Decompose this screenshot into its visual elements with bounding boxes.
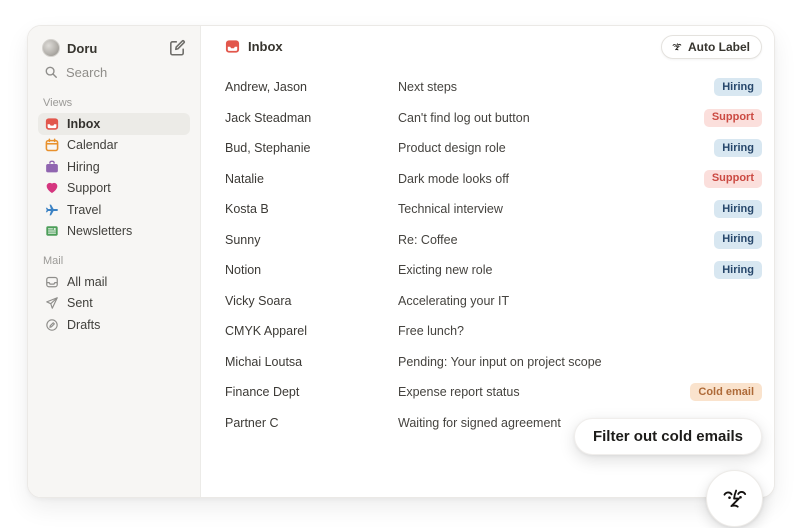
mail-section-label: Mail xyxy=(43,255,190,267)
email-row[interactable]: Kosta B Technical interview Hiring xyxy=(225,194,762,225)
draft-icon xyxy=(44,317,59,332)
email-badge: Hiring xyxy=(714,231,762,249)
email-row[interactable]: Bud, Stephanie Product design role Hirin… xyxy=(225,133,762,164)
email-list: Andrew, Jason Next steps Hiring Jack Ste… xyxy=(225,72,762,438)
search-icon xyxy=(43,65,58,80)
page-title: Inbox xyxy=(248,39,283,54)
sidebar-item-label: Support xyxy=(67,181,111,195)
sidebar-item-label: Calendar xyxy=(67,138,118,152)
tray-icon xyxy=(44,274,59,289)
search-input[interactable]: Search xyxy=(38,60,190,84)
sidebar-item-label: Sent xyxy=(67,296,93,310)
sidebar: Doru Search Views xyxy=(28,26,201,497)
email-badge: Cold email xyxy=(690,383,762,401)
sidebar-item-label: All mail xyxy=(67,275,107,289)
sidebar-item-all-mail[interactable]: All mail xyxy=(38,271,190,293)
auto-label-button[interactable]: Auto Label xyxy=(661,35,762,59)
sidebar-item-label: Newsletters xyxy=(67,224,132,238)
email-sender: Kosta B xyxy=(225,202,398,216)
email-subject: Free lunch? xyxy=(398,324,762,338)
sidebar-item-label: Inbox xyxy=(67,117,100,131)
email-sender: Bud, Stephanie xyxy=(225,141,398,155)
sidebar-item-calendar[interactable]: Calendar xyxy=(38,135,190,157)
email-subject: Product design role xyxy=(398,141,714,155)
email-badge: Hiring xyxy=(714,78,762,96)
email-subject: Expense report status xyxy=(398,385,690,399)
ai-face-icon xyxy=(719,483,751,515)
sidebar-item-label: Travel xyxy=(67,203,101,217)
email-subject: Technical interview xyxy=(398,202,714,216)
ai-assistant-button[interactable] xyxy=(706,470,763,527)
send-icon xyxy=(44,296,59,311)
email-row[interactable]: Natalie Dark mode looks off Support xyxy=(225,164,762,195)
email-subject: Exicting new role xyxy=(398,263,714,277)
sidebar-item-drafts[interactable]: Drafts xyxy=(38,314,190,336)
calendar-icon xyxy=(44,138,59,153)
inbox-icon xyxy=(225,39,240,54)
email-sender: Sunny xyxy=(225,233,398,247)
email-row[interactable]: Finance Dept Expense report status Cold … xyxy=(225,377,762,408)
email-sender: Finance Dept xyxy=(225,385,398,399)
email-sender: Jack Steadman xyxy=(225,111,398,125)
email-row[interactable]: Michai Loutsa Pending: Your input on pro… xyxy=(225,347,762,378)
search-placeholder: Search xyxy=(66,65,107,80)
plane-icon xyxy=(44,202,59,217)
email-badge: Support xyxy=(704,109,762,127)
compose-icon xyxy=(168,39,186,57)
email-subject: Can't find log out button xyxy=(398,111,704,125)
email-row[interactable]: Sunny Re: Coffee Hiring xyxy=(225,225,762,256)
ai-face-icon xyxy=(671,41,683,53)
email-sender: Partner C xyxy=(225,416,398,430)
inbox-header: Inbox Auto Label xyxy=(225,26,762,67)
email-row[interactable]: Jack Steadman Can't find log out button … xyxy=(225,103,762,134)
views-section-label: Views xyxy=(43,97,190,109)
heart-icon xyxy=(44,181,59,196)
email-badge: Hiring xyxy=(714,200,762,218)
sidebar-item-inbox[interactable]: Inbox xyxy=(38,113,190,135)
inbox-title: Inbox xyxy=(225,39,283,54)
email-subject: Re: Coffee xyxy=(398,233,714,247)
email-row[interactable]: CMYK Apparel Free lunch? xyxy=(225,316,762,347)
compose-button[interactable] xyxy=(168,39,186,57)
email-row[interactable]: Notion Exicting new role Hiring xyxy=(225,255,762,286)
email-badge: Hiring xyxy=(714,139,762,157)
filter-cold-emails-label: Filter out cold emails xyxy=(593,428,743,445)
email-subject: Pending: Your input on project scope xyxy=(398,355,762,369)
email-sender: Vicky Soara xyxy=(225,294,398,308)
account-name: Doru xyxy=(67,41,161,56)
sidebar-item-sent[interactable]: Sent xyxy=(38,293,190,315)
email-sender: Notion xyxy=(225,263,398,277)
account-switcher[interactable]: Doru xyxy=(38,36,190,60)
email-badge: Hiring xyxy=(714,261,762,279)
email-sender: Natalie xyxy=(225,172,398,186)
sidebar-item-label: Drafts xyxy=(67,318,100,332)
sidebar-item-label: Hiring xyxy=(67,160,100,174)
sidebar-item-newsletters[interactable]: Newsletters xyxy=(38,221,190,243)
email-subject: Accelerating your IT xyxy=(398,294,762,308)
sidebar-item-hiring[interactable]: Hiring xyxy=(38,156,190,178)
page: Doru Search Views xyxy=(0,0,800,528)
email-sender: Michai Loutsa xyxy=(225,355,398,369)
email-sender: CMYK Apparel xyxy=(225,324,398,338)
email-subject: Next steps xyxy=(398,80,714,94)
email-badge: Support xyxy=(704,170,762,188)
sidebar-item-travel[interactable]: Travel xyxy=(38,199,190,221)
sidebar-item-support[interactable]: Support xyxy=(38,178,190,200)
avatar xyxy=(42,39,60,57)
filter-cold-emails-button[interactable]: Filter out cold emails xyxy=(574,418,762,455)
email-sender: Andrew, Jason xyxy=(225,80,398,94)
email-row[interactable]: Andrew, Jason Next steps Hiring xyxy=(225,72,762,103)
email-subject: Dark mode looks off xyxy=(398,172,704,186)
inbox-icon xyxy=(44,116,59,131)
briefcase-icon xyxy=(44,159,59,174)
auto-label-text: Auto Label xyxy=(688,40,750,54)
email-row[interactable]: Vicky Soara Accelerating your IT xyxy=(225,286,762,317)
newsletter-icon xyxy=(44,224,59,239)
